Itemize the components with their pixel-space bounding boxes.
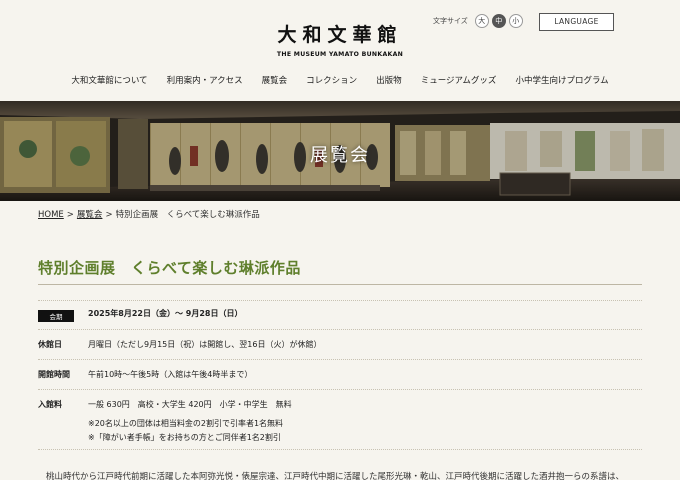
hero-banner: 展覧会 (0, 101, 680, 201)
font-size-small-button[interactable]: 小 (508, 14, 523, 28)
fee-label: 入館料 (38, 400, 62, 409)
breadcrumb-separator: > (66, 210, 74, 220)
nav-item-school-program[interactable]: 小中学生向けプログラム (506, 74, 618, 86)
global-nav: 大和文華館について 利用案内・アクセス 展覧会 コレクション 出版物 ミュージア… (0, 74, 680, 86)
info-row-hours: 開館時間 午前10時～午後5時（入館は午後4時半まで） (38, 360, 642, 390)
exhibition-intro: 桃山時代から江戸時代前期に活躍した本阿弥光悦・俵屋宗達、江戸時代中期に活躍した尾… (46, 472, 625, 480)
fee-note-group: ※20名以上の団体は相当料金の2割引で引率者1名無料 (88, 419, 284, 428)
hours-label: 開館時間 (38, 370, 70, 379)
hours-value: 午前10時～午後5時（入館は午後4時半まで） (88, 370, 253, 379)
font-size-medium-button[interactable]: 中 (491, 14, 506, 28)
font-size-large-button[interactable]: 大 (474, 14, 489, 28)
nav-item-goods[interactable]: ミュージアムグッズ (411, 74, 506, 86)
language-button[interactable]: LANGUAGE (539, 13, 614, 31)
logo-japanese: 大和文華館 (277, 24, 403, 46)
hero-title: 展覧会 (310, 145, 370, 166)
museum-logo[interactable]: 大和文華館 THE MUSEUM YAMATO BUNKAKAN (270, 20, 410, 58)
nav-item-about[interactable]: 大和文華館について (62, 74, 157, 86)
title-divider (38, 284, 642, 285)
info-row-period: 会期 2025年8月22日（金）～ 9月28日（日） (38, 300, 642, 330)
logo-english: THE MUSEUM YAMATO BUNKAKAN (276, 50, 404, 58)
closed-value: 月曜日（ただし9月15日（祝）は開館し、翌16日（火）が休館） (88, 340, 322, 349)
nav-item-access[interactable]: 利用案内・アクセス (157, 74, 252, 86)
fee-value: 一般 630円 高校・大学生 420円 小学・中学生 無料 (88, 400, 292, 409)
font-size-switcher: 文字サイズ 大 中 小 (433, 14, 523, 28)
info-row-fee: 入館料 一般 630円 高校・大学生 420円 小学・中学生 無料 ※20名以上… (38, 390, 642, 450)
period-value: 2025年8月22日（金）～ 9月28日（日） (88, 309, 243, 318)
nav-item-publications[interactable]: 出版物 (367, 74, 412, 86)
period-tag: 会期 (38, 310, 74, 322)
breadcrumb: HOME > 展覧会 > 特別企画展 くらべて楽しむ琳派作品 (38, 208, 260, 220)
breadcrumb-exhibitions-link[interactable]: 展覧会 (77, 210, 103, 220)
nav-item-collection[interactable]: コレクション (297, 74, 367, 86)
breadcrumb-home-link[interactable]: HOME (38, 210, 64, 220)
fee-note-disability: ※「障がい者手帳」をお持ちの方とご同伴者1名2割引 (88, 433, 281, 442)
breadcrumb-current: 特別企画展 くらべて楽しむ琳派作品 (115, 210, 260, 220)
breadcrumb-separator: > (105, 210, 113, 220)
info-row-closed: 休館日 月曜日（ただし9月15日（祝）は開館し、翌16日（火）が休館） (38, 330, 642, 360)
closed-label: 休館日 (38, 340, 62, 349)
page-title: 特別企画展 くらべて楽しむ琳派作品 (38, 259, 301, 277)
exhibition-info: 会期 2025年8月22日（金）～ 9月28日（日） 休館日 月曜日（ただし9月… (38, 300, 642, 450)
font-size-label: 文字サイズ (433, 17, 468, 25)
nav-item-exhibitions[interactable]: 展覧会 (252, 74, 297, 86)
